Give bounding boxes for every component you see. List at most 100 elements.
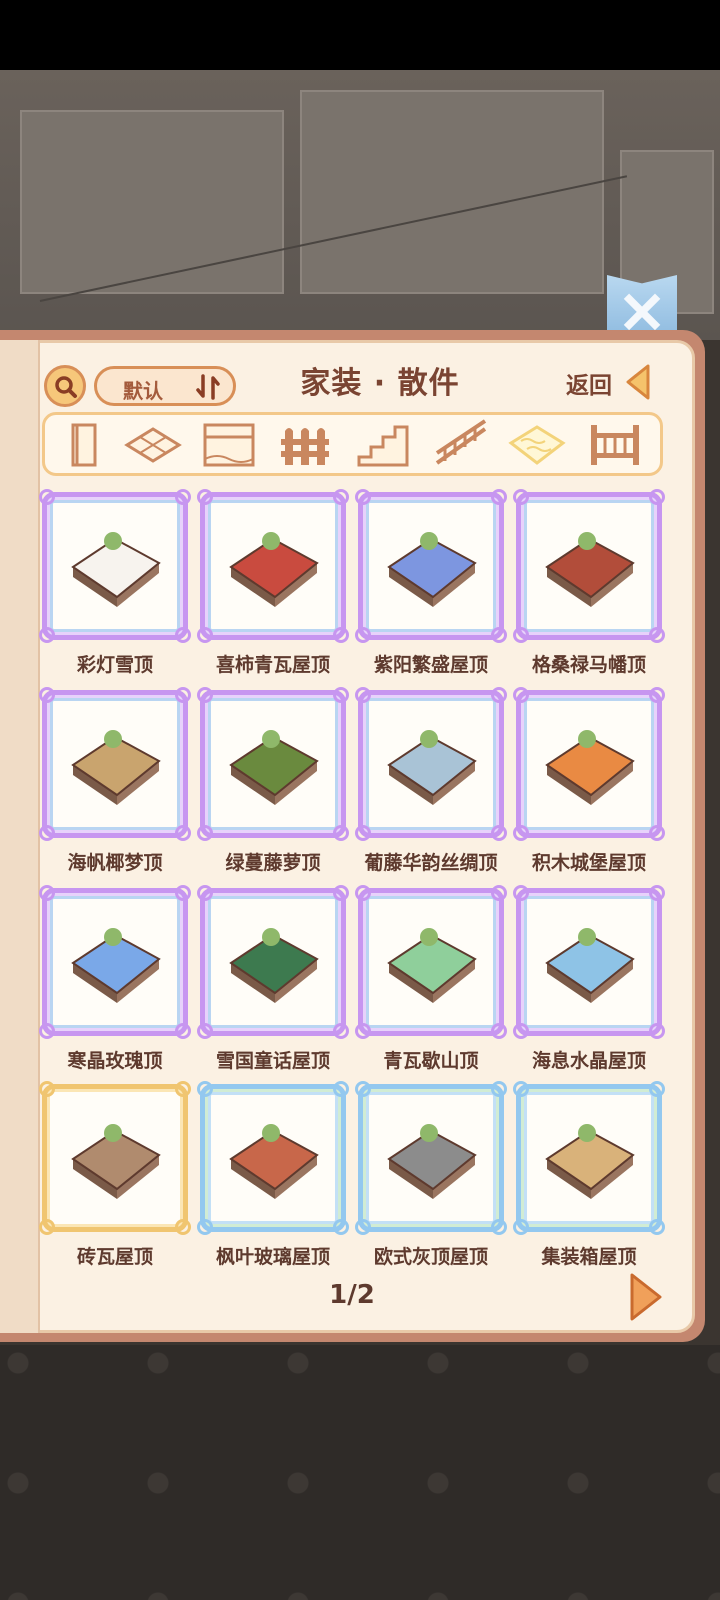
tab-door[interactable] bbox=[49, 419, 121, 471]
frame-corner-ornament bbox=[39, 1081, 55, 1097]
item-card[interactable] bbox=[197, 1081, 349, 1235]
roof-thumbnail-icon bbox=[229, 1124, 319, 1199]
category-tab-bar bbox=[42, 412, 663, 476]
next-page-button[interactable] bbox=[628, 1272, 664, 1322]
frame-corner-ornament bbox=[197, 885, 213, 901]
frame-corner-ornament bbox=[197, 1081, 213, 1097]
frame-corner-ornament bbox=[333, 687, 349, 703]
sort-button[interactable]: 默认 bbox=[94, 366, 236, 406]
frame-corner-ornament bbox=[513, 885, 529, 901]
frame-corner-ornament bbox=[197, 687, 213, 703]
frame-corner-ornament bbox=[649, 1081, 665, 1097]
frame-corner-ornament bbox=[355, 1081, 371, 1097]
roof-thumbnail-icon bbox=[545, 532, 635, 607]
roof-thumbnail-icon bbox=[387, 730, 477, 805]
frame-corner-ornament bbox=[39, 489, 55, 505]
frame-corner-ornament bbox=[333, 1023, 349, 1039]
frame-corner-ornament bbox=[491, 489, 507, 505]
roof-thumbnail-icon bbox=[387, 532, 477, 607]
item-card[interactable] bbox=[355, 885, 507, 1039]
item-label: 雪国童话屋顶 bbox=[215, 1050, 330, 1072]
roof-thumbnail-icon bbox=[229, 928, 319, 1003]
fence-icon bbox=[281, 428, 329, 465]
frame-corner-ornament bbox=[513, 1081, 529, 1097]
item-card[interactable] bbox=[197, 489, 349, 643]
item-card[interactable] bbox=[355, 687, 507, 841]
tab-stairs[interactable] bbox=[347, 419, 419, 471]
item-card[interactable] bbox=[197, 885, 349, 1039]
frame-corner-ornament bbox=[39, 687, 55, 703]
door-icon bbox=[71, 423, 97, 467]
item-label: 彩灯雪顶 bbox=[76, 654, 153, 676]
item-card[interactable] bbox=[513, 885, 665, 1039]
frame-corner-ornament bbox=[175, 627, 191, 643]
frame-corner-ornament bbox=[355, 885, 371, 901]
tab-railing[interactable] bbox=[425, 419, 497, 471]
item-card[interactable] bbox=[39, 1081, 191, 1235]
frame-corner-ornament bbox=[355, 1023, 371, 1039]
frame-corner-ornament bbox=[333, 1219, 349, 1235]
tab-fence[interactable] bbox=[269, 419, 341, 471]
frame-corner-ornament bbox=[333, 1081, 349, 1097]
frame-corner-ornament bbox=[197, 825, 213, 841]
next-arrow-icon bbox=[630, 1273, 662, 1321]
frame-corner-ornament bbox=[513, 1219, 529, 1235]
frame-corner-ornament bbox=[175, 1023, 191, 1039]
frame-corner-ornament bbox=[333, 885, 349, 901]
frame-corner-ornament bbox=[355, 627, 371, 643]
item-card[interactable] bbox=[197, 687, 349, 841]
roof-thumbnail-icon bbox=[387, 1124, 477, 1199]
item-label: 青瓦歇山顶 bbox=[383, 1050, 479, 1072]
frame-corner-ornament bbox=[39, 825, 55, 841]
roof-thumbnail-icon bbox=[229, 730, 319, 805]
item-label: 葡藤华韵丝绸顶 bbox=[364, 852, 498, 874]
frame-corner-ornament bbox=[649, 489, 665, 505]
item-card[interactable] bbox=[513, 1081, 665, 1235]
tab-roof[interactable] bbox=[501, 419, 573, 471]
item-card[interactable] bbox=[39, 687, 191, 841]
frame-corner-ornament bbox=[513, 687, 529, 703]
item-card[interactable] bbox=[355, 489, 507, 643]
item-label: 欧式灰顶屋顶 bbox=[373, 1246, 488, 1268]
frame-corner-ornament bbox=[649, 1023, 665, 1039]
tab-floor[interactable] bbox=[117, 419, 189, 471]
item-card[interactable] bbox=[39, 885, 191, 1039]
frame-corner-ornament bbox=[175, 489, 191, 505]
item-card[interactable] bbox=[39, 489, 191, 643]
tab-gate[interactable] bbox=[579, 419, 651, 471]
item-label: 枫叶玻璃屋顶 bbox=[215, 1246, 330, 1268]
item-label: 紫阳繁盛屋顶 bbox=[373, 654, 488, 676]
frame-corner-ornament bbox=[197, 1219, 213, 1235]
frame-corner-ornament bbox=[333, 825, 349, 841]
frame-corner-ornament bbox=[649, 885, 665, 901]
frame-corner-ornament bbox=[491, 627, 507, 643]
search-icon bbox=[55, 376, 77, 398]
item-label: 集装箱屋顶 bbox=[541, 1246, 637, 1268]
frame-corner-ornament bbox=[649, 627, 665, 643]
roof-thumbnail-icon bbox=[545, 1124, 635, 1199]
frame-corner-ornament bbox=[513, 489, 529, 505]
item-card[interactable] bbox=[355, 1081, 507, 1235]
frame-corner-ornament bbox=[649, 687, 665, 703]
item-label: 绿蔓藤萝顶 bbox=[225, 852, 321, 874]
item-label: 海帆椰梦顶 bbox=[67, 852, 163, 874]
floor-tile-icon bbox=[124, 427, 182, 463]
item-label: 海息水晶屋顶 bbox=[531, 1050, 646, 1072]
back-button[interactable]: 返回 bbox=[566, 360, 656, 404]
item-card[interactable] bbox=[513, 489, 665, 643]
frame-corner-ornament bbox=[649, 825, 665, 841]
item-card[interactable] bbox=[513, 687, 665, 841]
frame-corner-ornament bbox=[175, 825, 191, 841]
search-button[interactable] bbox=[44, 365, 86, 407]
frame-corner-ornament bbox=[39, 1219, 55, 1235]
roof-thumbnail-icon bbox=[545, 730, 635, 805]
frame-corner-ornament bbox=[333, 489, 349, 505]
frame-corner-ornament bbox=[491, 1081, 507, 1097]
frame-corner-ornament bbox=[491, 1219, 507, 1235]
roof-thumbnail-icon bbox=[387, 928, 477, 1003]
gate-icon bbox=[591, 425, 639, 465]
back-arrow-icon bbox=[626, 364, 650, 400]
frame-corner-ornament bbox=[197, 627, 213, 643]
tab-wallpaper[interactable] bbox=[193, 419, 265, 471]
roof-thumbnail-icon bbox=[545, 928, 635, 1003]
